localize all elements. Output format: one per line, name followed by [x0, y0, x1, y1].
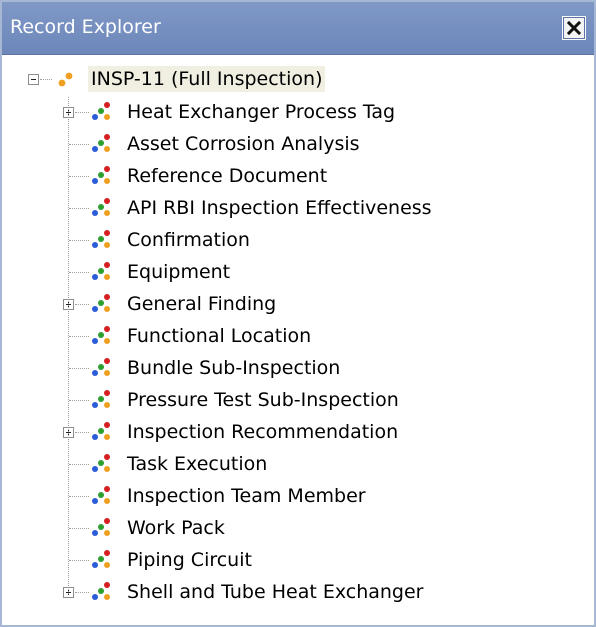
tree-connector: [40, 79, 52, 80]
record-tree: INSP-11 (Full Inspection) Heat Exchanger…: [2, 55, 594, 625]
tree-node-label[interactable]: Pressure Test Sub-Inspection: [124, 387, 402, 413]
close-button[interactable]: [562, 16, 586, 40]
tree-connector: [75, 304, 89, 305]
tree-connector: [69, 368, 89, 369]
record-family-icon: [92, 166, 110, 184]
tree-node-label[interactable]: Heat Exchanger Process Tag: [124, 99, 398, 125]
record-family-icon: [92, 390, 110, 408]
record-family-icon: [92, 134, 110, 152]
record-family-icon: [92, 262, 110, 280]
tree-node-label[interactable]: General Finding: [124, 291, 279, 317]
tree-connector: [69, 496, 89, 497]
tree-node-label[interactable]: Bundle Sub-Inspection: [124, 355, 343, 381]
tree-child-node[interactable]: Inspection Recommendation: [2, 417, 592, 449]
tree-root-label[interactable]: INSP-11 (Full Inspection): [88, 66, 326, 92]
tree-child-node[interactable]: General Finding: [2, 289, 592, 321]
record-family-icon: [92, 454, 110, 472]
tree-connector: [69, 400, 89, 401]
tree-node-label[interactable]: Asset Corrosion Analysis: [124, 131, 363, 157]
tree-child-node[interactable]: Pressure Test Sub-Inspection: [2, 385, 592, 417]
tree-vertical-connector: [68, 97, 69, 594]
record-root-icon: [58, 72, 73, 87]
tree-child-node[interactable]: Bundle Sub-Inspection: [2, 353, 592, 385]
tree-node-label[interactable]: API RBI Inspection Effectiveness: [124, 195, 435, 221]
record-family-icon: [92, 102, 110, 120]
tree-node-label[interactable]: Shell and Tube Heat Exchanger: [124, 579, 427, 605]
tree-child-node[interactable]: Reference Document: [2, 161, 592, 193]
tree-child-node[interactable]: Functional Location: [2, 321, 592, 353]
tree-node-label[interactable]: Equipment: [124, 259, 233, 285]
tree-connector: [75, 432, 89, 433]
tree-connector: [69, 464, 89, 465]
record-family-icon: [92, 550, 110, 568]
tree-node-label[interactable]: Reference Document: [124, 163, 330, 189]
record-family-icon: [92, 582, 110, 600]
tree-connector: [69, 336, 89, 337]
tree-child-node[interactable]: Task Execution: [2, 449, 592, 481]
tree-node-label[interactable]: Work Pack: [124, 515, 228, 541]
panel-title: Record Explorer: [10, 16, 161, 38]
record-family-icon: [92, 198, 110, 216]
tree-connector: [69, 240, 89, 241]
tree-connector: [75, 112, 89, 113]
record-family-icon: [92, 422, 110, 440]
panel-titlebar: Record Explorer: [2, 2, 594, 55]
tree-connector: [69, 176, 89, 177]
record-family-icon: [92, 326, 110, 344]
tree-child-node[interactable]: Piping Circuit: [2, 545, 592, 577]
tree-node-label[interactable]: Functional Location: [124, 323, 314, 349]
tree-connector: [69, 560, 89, 561]
tree-child-node[interactable]: Confirmation: [2, 225, 592, 257]
record-family-icon: [92, 486, 110, 504]
collapse-toggle[interactable]: [28, 74, 39, 85]
tree-node-label[interactable]: Task Execution: [124, 451, 270, 477]
record-family-icon: [92, 294, 110, 312]
tree-connector: [75, 592, 89, 593]
record-family-icon: [92, 358, 110, 376]
tree-connector: [69, 528, 89, 529]
tree-root-node[interactable]: INSP-11 (Full Inspection): [2, 65, 592, 97]
tree-node-label[interactable]: Confirmation: [124, 227, 253, 253]
tree-connector: [69, 144, 89, 145]
tree-node-label[interactable]: Inspection Recommendation: [124, 419, 401, 445]
record-family-icon: [92, 230, 110, 248]
tree-child-node[interactable]: Asset Corrosion Analysis: [2, 129, 592, 161]
tree-child-node[interactable]: Inspection Team Member: [2, 481, 592, 513]
tree-child-node[interactable]: Equipment: [2, 257, 592, 289]
record-explorer-panel: Record Explorer INSP-11 (Full Inspection…: [0, 0, 596, 627]
tree-node-label[interactable]: Piping Circuit: [124, 547, 255, 573]
close-icon: [567, 21, 581, 35]
tree-child-node[interactable]: Work Pack: [2, 513, 592, 545]
tree-connector: [69, 272, 89, 273]
tree-node-label[interactable]: Inspection Team Member: [124, 483, 369, 509]
tree-child-node[interactable]: API RBI Inspection Effectiveness: [2, 193, 592, 225]
record-family-icon: [92, 518, 110, 536]
tree-connector: [69, 208, 89, 209]
tree-child-node[interactable]: Heat Exchanger Process Tag: [2, 97, 592, 129]
tree-child-node[interactable]: Shell and Tube Heat Exchanger: [2, 577, 592, 609]
